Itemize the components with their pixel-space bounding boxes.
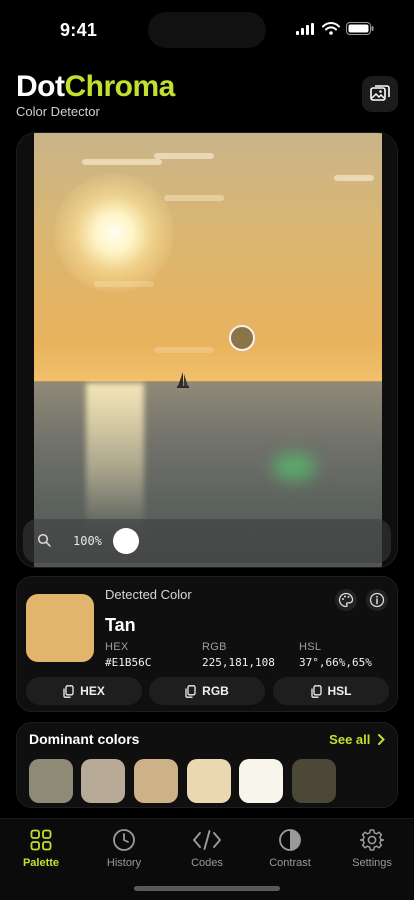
copy-hsl-button[interactable]: HSL [273,677,389,705]
photo-cloud [154,153,214,159]
hsl-value: 37°,66%,65% [299,656,372,669]
dominant-colors-title: Dominant colors [29,731,140,747]
clock-icon [113,829,135,851]
dominant-color-swatch[interactable] [29,759,73,803]
status-bar: 9:41 [0,0,414,54]
tab-history[interactable]: History [83,827,165,869]
hsl-key: HSL [299,641,322,653]
home-indicator[interactable] [134,886,280,891]
signal-icon [296,22,314,35]
hex-value-group: HEX #E1B56C [105,641,151,669]
photo-sun-reflection [86,383,144,533]
dominant-color-swatch[interactable] [81,759,125,803]
tab-settings[interactable]: Settings [331,827,413,869]
copy-rgb-label: RGB [202,684,229,698]
app-title: DotChroma [16,70,175,104]
rgb-value-group: RGB 225,181,108 [202,641,275,669]
gear-icon [360,829,384,851]
info-button[interactable] [366,589,388,611]
photo-sun [54,173,174,293]
tab-contrast-label: Contrast [269,857,311,869]
status-time: 9:41 [60,20,98,40]
palette-button[interactable] [335,589,357,611]
hsl-value-group: HSL 37°,66%,65% [299,641,372,669]
zoom-level: 100% [73,534,102,548]
detected-color-card: Detected Color Tan HEX #E1B56C RGB 225,1… [16,576,398,712]
tab-palette-label: Palette [22,857,60,869]
dominant-colors-card: Dominant colors See all [16,722,398,808]
chevron-right-icon [378,734,385,745]
app-title-part2: Chroma [64,70,175,103]
photo-cloud [82,159,162,165]
see-all-label: See all [329,732,371,747]
photo-cloud [154,347,214,353]
detected-color-swatch [26,594,94,662]
tab-codes[interactable]: Codes [166,827,248,869]
wifi-icon [322,22,340,35]
dominant-color-swatch[interactable] [187,759,231,803]
copy-hex-label: HEX [80,684,105,698]
photo-cloud [164,195,224,201]
gallery-button[interactable] [362,76,398,112]
battery-icon [346,22,374,35]
status-icons [296,22,374,35]
rgb-value: 225,181,108 [202,656,275,669]
grid-icon [30,829,52,851]
zoom-control[interactable]: 100% [23,519,391,563]
copy-icon [63,684,74,698]
tab-codes-label: Codes [191,857,223,869]
rgb-key: RGB [202,641,227,653]
see-all-link[interactable]: See all [329,732,385,747]
zoom-slider-knob[interactable] [113,528,139,554]
photo-cloud [334,175,374,181]
dynamic-island [148,12,266,48]
photo-gallery-icon [370,85,390,101]
palette-icon [338,592,354,608]
contrast-icon [279,829,301,851]
info-icon [369,592,385,608]
copy-icon [310,684,322,698]
app-subtitle: Color Detector [16,104,100,119]
magnifier-icon [37,533,51,547]
tab-contrast[interactable]: Contrast [249,827,331,869]
sunset-photo[interactable] [34,133,382,567]
dominant-color-swatch[interactable] [292,759,336,803]
photo-viewer[interactable]: 100% [16,132,398,568]
copy-rgb-button[interactable]: RGB [149,677,265,705]
copy-hsl-label: HSL [327,684,352,698]
photo-lens-flare [272,453,316,481]
color-picker-reticle[interactable] [229,325,255,351]
copy-hex-button[interactable]: HEX [26,677,142,705]
copy-icon [185,684,196,698]
hex-key: HEX [105,641,129,653]
dominant-color-swatch[interactable] [134,759,178,803]
tab-palette[interactable]: Palette [0,827,82,869]
hex-value: #E1B56C [105,656,152,669]
sailboat-icon [177,372,189,388]
app-title-part1: Dot [16,70,65,103]
detected-color-name: Tan [105,615,136,635]
code-icon [193,830,221,850]
dominant-color-swatch[interactable] [239,759,283,803]
tab-settings-label: Settings [352,857,392,869]
detected-color-label: Detected Color [105,587,192,602]
tab-history-label: History [106,857,142,869]
